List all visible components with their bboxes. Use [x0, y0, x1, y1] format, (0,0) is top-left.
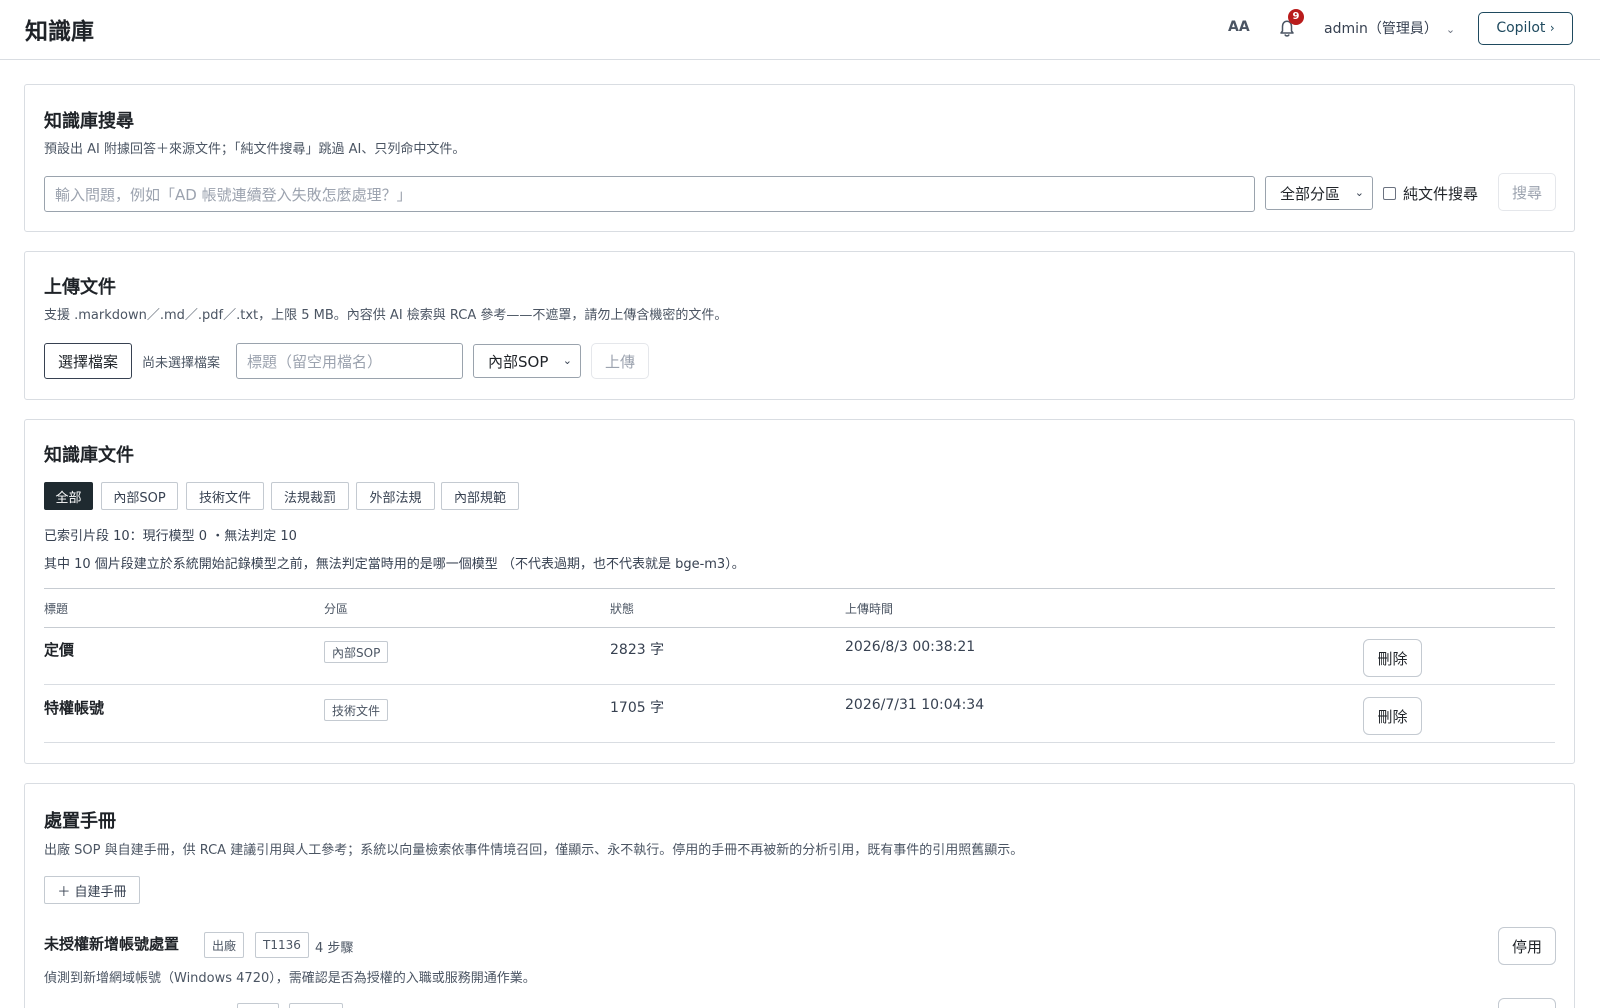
- font-size-toggle[interactable]: AA: [1228, 19, 1250, 35]
- user-menu[interactable]: admin（管理員） ⌄: [1324, 18, 1455, 38]
- source-tag: 出廠: [204, 932, 245, 958]
- upload-card: 上傳文件 支援 .markdown／.md／.pdf／.txt，上限 5 MB。…: [24, 251, 1575, 400]
- disable-button[interactable]: [1498, 998, 1556, 1008]
- partition-tag: 內部SOP: [324, 641, 389, 663]
- top-bar: 知識庫 AA 9 admin（管理員） ⌄ Copilot ›: [0, 0, 1600, 60]
- table-row-divider: [44, 684, 1555, 685]
- notification-badge: 9: [1288, 9, 1304, 25]
- documents-card-title: 知識庫文件: [44, 445, 134, 466]
- col-header-title: 標題: [44, 602, 69, 616]
- tab-internal-sop[interactable]: 內部SOP: [101, 482, 178, 510]
- source-tag: [237, 1003, 279, 1008]
- upload-title-input[interactable]: 標題（留空用檔名）: [236, 343, 463, 379]
- chevron-down-icon: ⌄: [562, 353, 572, 367]
- upload-partition-select[interactable]: 內部SOP ⌄: [473, 344, 581, 378]
- tab-external-regulations[interactable]: 外部法規: [356, 482, 435, 510]
- doc-status: 2823 字: [610, 642, 665, 658]
- playbooks-card: 處置手冊 出廠 SOP 與自建手冊，供 RCA 建議引用與人工參考；系統以向量檢…: [24, 783, 1575, 1008]
- upload-partition-value: 內部SOP: [488, 352, 549, 371]
- doc-title[interactable]: 定價: [44, 639, 74, 660]
- disable-button[interactable]: 停用: [1498, 927, 1556, 965]
- upload-card-desc: 支援 .markdown／.md／.pdf／.txt，上限 5 MB。內容供 A…: [44, 308, 728, 323]
- doc-title[interactable]: 特權帳號: [44, 697, 104, 718]
- table-top-divider: [44, 588, 1555, 589]
- col-header-status: 狀態: [610, 602, 635, 616]
- search-button[interactable]: 搜尋: [1498, 173, 1556, 211]
- checkbox-box: [1383, 187, 1396, 200]
- tab-all[interactable]: 全部: [44, 482, 93, 510]
- col-header-uploaded: 上傳時間: [845, 602, 894, 616]
- page-title: 知識庫: [25, 19, 94, 45]
- doc-status: 1705 字: [610, 700, 665, 716]
- index-stats: 已索引片段 10：現行模型 0 ・無法判定 10: [44, 529, 297, 544]
- doc-uploaded-time: 2026/8/3 00:38:21: [845, 639, 976, 655]
- upload-button[interactable]: 上傳: [591, 343, 649, 379]
- search-card-desc: 預設出 AI 附據回答＋來源文件；「純文件搜尋」跳過 AI、只列命中文件。: [44, 142, 466, 157]
- search-input[interactable]: 輸入問題，例如「AD 帳號連續登入失敗怎麼處理？」: [44, 176, 1255, 212]
- upload-card-title: 上傳文件: [44, 277, 116, 298]
- steps-count: 4 步驟: [315, 941, 354, 956]
- copilot-label: Copilot: [1496, 20, 1546, 36]
- chevron-down-icon: ⌄: [1445, 23, 1456, 36]
- delete-button[interactable]: 刪除: [1363, 639, 1422, 677]
- docs-only-label: 純文件搜尋: [1403, 185, 1479, 203]
- chevron-right-icon: ›: [1549, 21, 1555, 35]
- delete-button[interactable]: 刪除: [1363, 697, 1422, 735]
- tab-tech-docs[interactable]: 技術文件: [186, 482, 264, 510]
- search-partition-select[interactable]: 全部分區 ⌄: [1265, 176, 1373, 210]
- table-header-divider: [44, 627, 1555, 628]
- playbook-title[interactable]: 未授權新增帳號處置: [44, 933, 179, 954]
- index-stats-note: 其中 10 個片段建立於系統開始記錄模型之前，無法判定當時用的是哪一個模型 （不…: [44, 557, 745, 572]
- search-card: 知識庫搜尋 預設出 AI 附據回答＋來源文件；「純文件搜尋」跳過 AI、只列命中…: [24, 84, 1575, 232]
- chevron-down-icon: ⌄: [1354, 185, 1364, 199]
- copilot-button[interactable]: Copilot ›: [1478, 12, 1573, 45]
- search-card-title: 知識庫搜尋: [44, 111, 134, 132]
- table-row-divider: [44, 742, 1555, 743]
- user-name: admin（管理員）: [1324, 21, 1438, 37]
- doc-uploaded-time: 2026/7/31 10:04:34: [845, 697, 985, 713]
- docs-only-checkbox[interactable]: 純文件搜尋: [1383, 183, 1478, 204]
- partition-tag: 技術文件: [324, 699, 389, 721]
- playbooks-card-title: 處置手冊: [44, 811, 116, 832]
- playbooks-card-desc: 出廠 SOP 與自建手冊，供 RCA 建議引用與人工參考；系統以向量檢索依事件情…: [44, 843, 1024, 858]
- create-playbook-button[interactable]: ＋ 自建手冊: [44, 876, 140, 904]
- no-file-label: 尚未選擇檔案: [142, 356, 221, 371]
- search-partition-value: 全部分區: [1280, 184, 1341, 203]
- col-header-partition: 分區: [324, 602, 349, 616]
- technique-tag: [289, 1003, 343, 1008]
- technique-tag: T1136: [255, 932, 309, 958]
- playbook-desc: 偵測到新增網域帳號（Windows 4720），需確認是否為授權的入職或服務開通…: [44, 971, 536, 986]
- tab-regulatory-penalties[interactable]: 法規裁罰: [271, 482, 349, 510]
- tab-internal-policies[interactable]: 內部規範: [441, 482, 519, 510]
- choose-file-button[interactable]: 選擇檔案: [44, 343, 132, 379]
- documents-card: 知識庫文件 全部 內部SOP 技術文件 法規裁罰 外部法規 內部規範 已索引片段…: [24, 419, 1575, 764]
